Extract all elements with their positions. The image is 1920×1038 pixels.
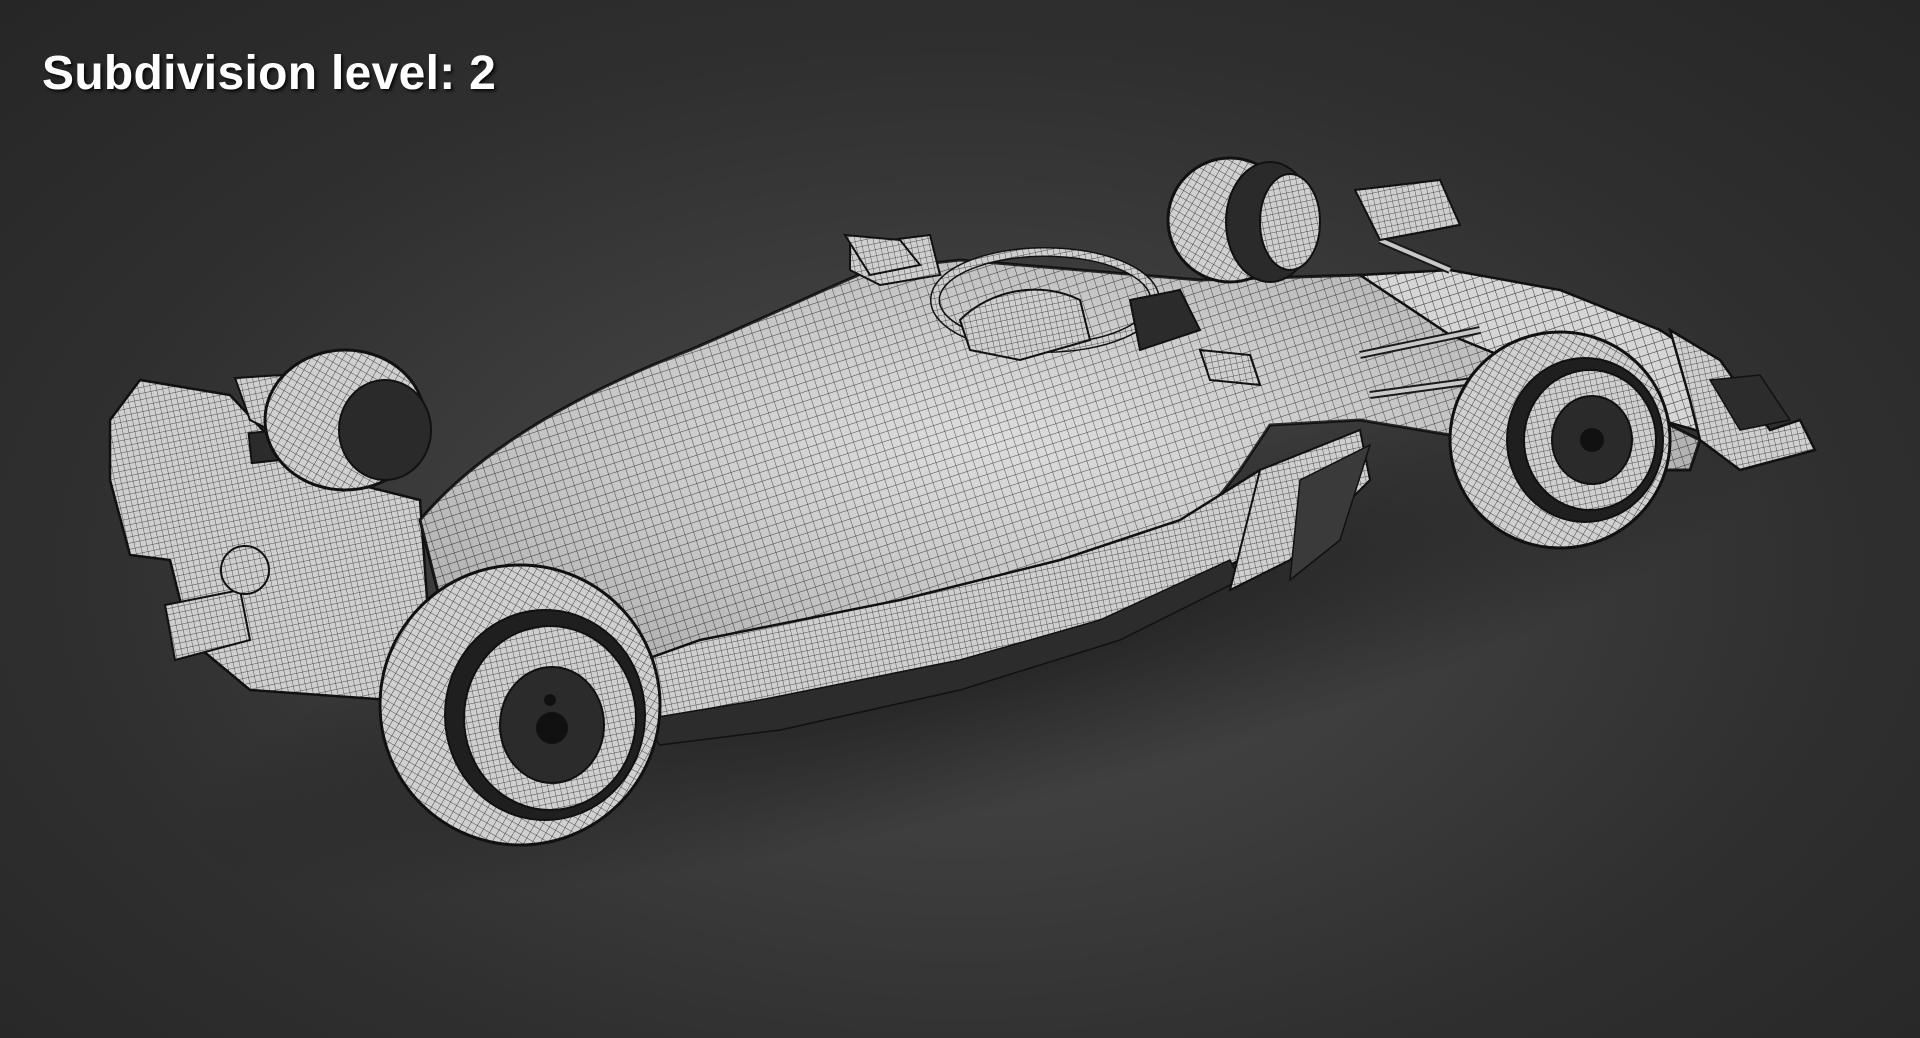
render-viewport: Subdivision level: 2 (0, 0, 1920, 1038)
subdivision-level-label: Subdivision level: 2 (42, 47, 497, 100)
wheel-rear-far (263, 348, 432, 492)
wheel-front-far (1166, 156, 1321, 284)
wheel-front-near (1448, 330, 1672, 550)
car-render (108, 156, 1817, 898)
wheel-rear-near (378, 563, 662, 847)
